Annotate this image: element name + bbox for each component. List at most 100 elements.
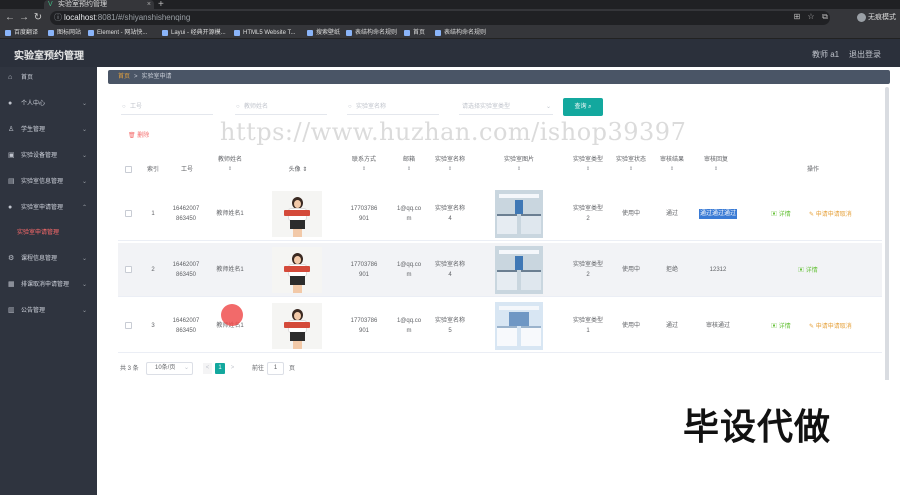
col-lab-name[interactable]: 实验室名称 ⇕ bbox=[428, 156, 472, 174]
search-button[interactable]: 查询 ⌕ bbox=[563, 98, 603, 116]
lab-type-select[interactable]: 请选择实验室类型 ⌄ bbox=[459, 99, 553, 115]
col-email[interactable]: 邮箱 ⇕ bbox=[394, 156, 424, 174]
sort-icon[interactable]: ⇕ bbox=[302, 167, 307, 173]
sort-icon[interactable]: ⇕ bbox=[394, 165, 424, 174]
sidebar-item-devices[interactable]: ▣ 实验设备管理 ⌄ bbox=[0, 147, 97, 165]
detail-button[interactable]: ▣ 详情 bbox=[798, 265, 818, 274]
teacher-avatar bbox=[272, 303, 322, 349]
search-icon: ○ bbox=[122, 104, 126, 110]
lab-name-input[interactable]: ○ 实验室名称 bbox=[347, 99, 439, 115]
teacher-name-input[interactable]: ○ 教师姓名 bbox=[235, 99, 327, 115]
sort-icon[interactable]: ⇕ bbox=[428, 165, 472, 174]
translate-icon[interactable]: ⊞ bbox=[792, 12, 802, 22]
next-page-button[interactable]: > bbox=[228, 363, 237, 374]
sidebar-item-cancel-requests[interactable]: ▦ 排课取消申请管理 ⌄ bbox=[0, 276, 97, 294]
sort-icon[interactable]: ⇕ bbox=[611, 165, 651, 174]
bookmark-label: Layui - 经典开源模... bbox=[171, 30, 226, 36]
sidebar-item-home[interactable]: ⌂ 首页 bbox=[0, 69, 97, 87]
page-size-select[interactable]: 10条/页 ⌄ bbox=[146, 362, 193, 375]
sidebar-item-courses[interactable]: ⚙ 课程信息管理 ⌄ bbox=[0, 250, 97, 268]
apply-cancel-button[interactable]: ✎ 申请申请取消 bbox=[809, 321, 852, 330]
browser-tab[interactable]: V 实验室预约管理 × bbox=[44, 0, 154, 9]
prev-page-button[interactable]: < bbox=[203, 363, 212, 374]
site-info-icon[interactable]: ⓘ bbox=[54, 11, 62, 25]
bookmark-item[interactable]: 百度翻译 bbox=[5, 28, 38, 38]
col-lab-status[interactable]: 实验室状态 ⇕ bbox=[611, 156, 651, 174]
col-email-label: 邮箱 bbox=[402, 157, 415, 163]
sidebar-item-notices[interactable]: ▥ 公告管理 ⌄ bbox=[0, 302, 97, 320]
bookmark-item[interactable]: Element - 网站快... bbox=[88, 28, 147, 38]
reload-icon[interactable]: ↻ bbox=[31, 11, 45, 25]
sidebar-item-lab-apply[interactable]: ● 实验室申请管理 ⌃ bbox=[0, 199, 97, 217]
bookmark-item[interactable]: 搜索壁纸 bbox=[307, 28, 340, 38]
home-icon: ⌂ bbox=[8, 74, 13, 81]
edit-icon: ✎ bbox=[809, 324, 815, 330]
scrollbar[interactable] bbox=[885, 87, 889, 383]
bookmark-item[interactable]: HTML5 Website T... bbox=[234, 28, 295, 38]
extensions-icon[interactable]: ⧉ bbox=[820, 12, 830, 22]
col-avatar[interactable]: 头像 ⇕ bbox=[278, 166, 318, 175]
cursor-highlight bbox=[221, 304, 243, 326]
bookmark-item[interactable]: 表结构命名规则 bbox=[346, 28, 397, 38]
bookmark-item[interactable]: Layui - 经典开源模... bbox=[162, 28, 226, 38]
row-checkbox[interactable] bbox=[125, 210, 132, 217]
bookmark-item[interactable]: 图标网站 bbox=[48, 28, 81, 38]
detail-button-label: 详情 bbox=[778, 324, 791, 330]
bookmark-item[interactable]: 首页 bbox=[404, 28, 425, 38]
row-job-no-b: 863450 bbox=[175, 216, 197, 222]
sort-icon[interactable]: ⇕ bbox=[495, 165, 543, 174]
row-lab-status: 使用中 bbox=[621, 267, 640, 273]
table-row[interactable]: 2 16462007 863450 教师姓名1 17703786 901 1@qq.… bbox=[118, 243, 882, 297]
breadcrumb-home[interactable]: 首页 bbox=[118, 74, 130, 80]
goto-page-input[interactable]: 1 bbox=[267, 362, 284, 375]
sidebar-item-students[interactable]: ♙ 学生管理 ⌄ bbox=[0, 121, 97, 139]
col-lab-type[interactable]: 实验室类型 ⇕ bbox=[566, 156, 610, 174]
row-lab-name-b: 5 bbox=[448, 328, 452, 334]
detail-button-label: 详情 bbox=[805, 268, 818, 274]
col-lab-type-label: 实验室类型 bbox=[572, 157, 603, 163]
detail-button[interactable]: ▣ 详情 bbox=[771, 321, 791, 330]
promo-text: 毕设代做 bbox=[683, 406, 832, 447]
sidebar-item-profile[interactable]: ● 个人中心 ⌄ bbox=[0, 95, 97, 113]
page-number-current[interactable]: 1 bbox=[215, 363, 225, 374]
job-no-input[interactable]: ○ 工号 bbox=[121, 99, 213, 115]
user-name: 教师 a1 bbox=[812, 50, 840, 59]
sort-icon[interactable]: ⇕ bbox=[210, 165, 250, 174]
row-checkbox[interactable] bbox=[125, 266, 132, 273]
sort-icon[interactable]: ⇕ bbox=[696, 165, 736, 174]
col-teacher[interactable]: 教师姓名 ⇕ bbox=[210, 156, 250, 174]
bookmark-star-icon[interactable]: ☆ bbox=[806, 12, 816, 22]
close-tab-icon[interactable]: × bbox=[147, 0, 151, 9]
incognito-indicator[interactable]: 无痕模式 bbox=[857, 12, 896, 22]
sidebar-item-lab-info[interactable]: ▤ 实验室信息管理 ⌄ bbox=[0, 173, 97, 191]
apply-cancel-label: 申请申请取消 bbox=[815, 212, 852, 218]
delete-button[interactable]: 🗑 删除 bbox=[128, 130, 149, 139]
row-job-no-a: 16462007 bbox=[172, 318, 200, 324]
select-all-checkbox[interactable] bbox=[125, 166, 132, 173]
chevron-down-icon: ⌄ bbox=[81, 282, 87, 288]
row-lab-name: 实验室名称 4 bbox=[428, 204, 472, 224]
col-audit-reply[interactable]: 审核回复 ⇕ bbox=[696, 156, 736, 174]
bookmark-favicon-icon bbox=[162, 30, 168, 36]
logout-link[interactable]: 退出登录 bbox=[849, 49, 881, 60]
col-audit-result[interactable]: 审核结果 ⇕ bbox=[654, 156, 690, 174]
lab-info-icon: ▤ bbox=[8, 178, 15, 185]
table-row[interactable]: 1 16462007 863450 教师姓名1 17703786 901 1@qq.… bbox=[118, 187, 882, 241]
detail-button[interactable]: ▣ 详情 bbox=[771, 209, 791, 218]
row-checkbox[interactable] bbox=[125, 322, 132, 329]
forward-icon[interactable]: → bbox=[17, 11, 31, 25]
sort-icon[interactable]: ⇕ bbox=[654, 165, 690, 174]
apply-cancel-button[interactable]: ✎ 申请申请取消 bbox=[809, 209, 852, 218]
col-lab-image[interactable]: 实验室图片 ⇕ bbox=[495, 156, 543, 174]
row-phone-b: 901 bbox=[358, 216, 369, 222]
sidebar-subitem-lab-apply[interactable]: 实验室申请管理 bbox=[0, 226, 97, 240]
row-lab-name-a: 实验室名称 bbox=[434, 206, 465, 212]
url-input[interactable]: ⓘ localhost:8081/#/shiyanshishenqing bbox=[50, 11, 830, 25]
col-phone[interactable]: 联系方式 ⇕ bbox=[342, 156, 386, 174]
bookmark-item[interactable]: 表结构命名规则 bbox=[435, 28, 486, 38]
row-lab-type-b: 1 bbox=[586, 328, 590, 334]
sort-icon[interactable]: ⇕ bbox=[566, 165, 610, 174]
sort-icon[interactable]: ⇕ bbox=[342, 165, 386, 174]
back-icon[interactable]: ← bbox=[3, 11, 17, 25]
watermark-url: https://www.huzhan.com/ishop39397 bbox=[220, 118, 687, 146]
